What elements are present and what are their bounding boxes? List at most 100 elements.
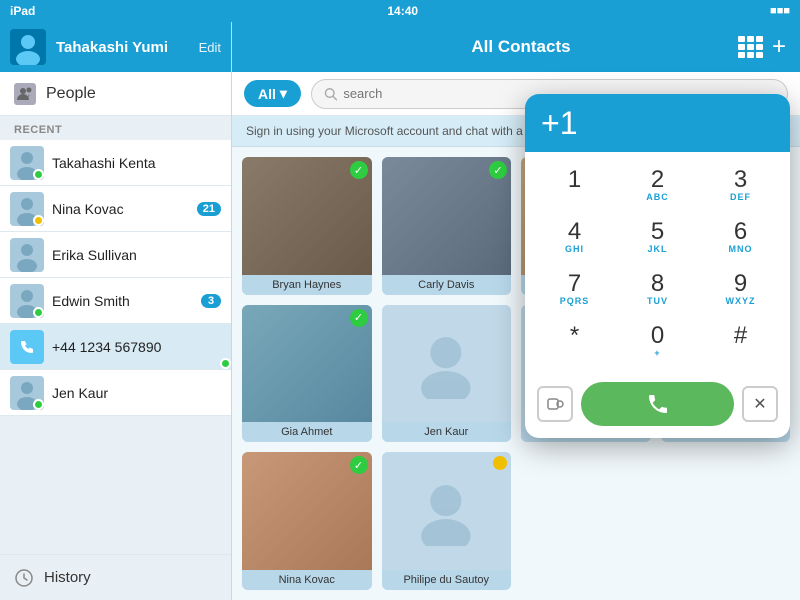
- dial-key[interactable]: 4 GHI: [533, 212, 616, 264]
- dial-letters: DEF: [730, 192, 751, 204]
- contact-name: Takahashi Kenta: [52, 155, 221, 171]
- status-dot: [33, 307, 44, 318]
- edit-button[interactable]: Edit: [199, 40, 221, 55]
- unread-badge: 3: [201, 294, 221, 308]
- contact-card[interactable]: Bryan Haynes ✓: [242, 157, 372, 295]
- dial-key[interactable]: 7 PQRS: [533, 264, 616, 316]
- dial-digit: 3: [734, 168, 747, 192]
- contact-avatar: [10, 146, 44, 180]
- contact-card[interactable]: Philipe du Sautoy: [382, 452, 512, 590]
- history-tab[interactable]: History: [0, 554, 231, 600]
- checkmark-badge: ✓: [350, 161, 368, 179]
- dial-digit: 1: [568, 168, 581, 192]
- dial-digit: 2: [651, 168, 664, 192]
- search-icon: [324, 87, 337, 101]
- contact-avatar: [10, 284, 44, 318]
- status-bar: iPad 14:40 ■■■: [0, 0, 800, 22]
- contact-name: Jen Kaur: [52, 385, 221, 401]
- dial-key[interactable]: *: [533, 316, 616, 368]
- dial-key[interactable]: #: [699, 316, 782, 368]
- contact-card-name: Philipe du Sautoy: [382, 570, 512, 590]
- speaker-button[interactable]: [537, 386, 573, 422]
- dial-key[interactable]: 5 JKL: [616, 212, 699, 264]
- checkmark-badge: ✓: [350, 456, 368, 474]
- contact-card-name: Jen Kaur: [382, 422, 512, 442]
- call-button[interactable]: [581, 382, 734, 426]
- chevron-down-icon: ▾: [280, 85, 287, 102]
- contact-card-photo: [382, 452, 512, 570]
- people-label: People: [46, 85, 96, 103]
- sidebar-contact-item[interactable]: Nina Kovac 21: [0, 186, 231, 232]
- contact-card-name: Gia Ahmet: [242, 422, 372, 442]
- status-time: 14:40: [387, 4, 418, 18]
- contact-card[interactable]: Gia Ahmet ✓: [242, 305, 372, 443]
- contact-card[interactable]: Carly Davis ✓: [382, 157, 512, 295]
- dial-digit: *: [570, 324, 579, 348]
- contact-card[interactable]: Nina Kovac ✓: [242, 452, 372, 590]
- dial-digit: 7: [568, 272, 581, 296]
- contact-avatar: [10, 238, 44, 272]
- dial-digit: 9: [734, 272, 747, 296]
- recent-label: RECENT: [0, 116, 231, 140]
- add-contact-button[interactable]: +: [772, 35, 786, 59]
- dialpad-display: +1: [541, 105, 774, 142]
- status-dot: [33, 215, 44, 226]
- dial-letters: TUV: [647, 296, 668, 308]
- contact-avatar: [10, 192, 44, 226]
- dial-digit: 5: [651, 220, 664, 244]
- dialpad-header: +1: [525, 94, 790, 152]
- top-bar: All Contacts +: [232, 22, 800, 72]
- dial-letters: ABC: [646, 192, 669, 204]
- status-battery: ■■■: [770, 5, 790, 17]
- dial-digit: 8: [651, 272, 664, 296]
- dial-key[interactable]: 2 ABC: [616, 160, 699, 212]
- dial-key[interactable]: 3 DEF: [699, 160, 782, 212]
- contact-card-name: Nina Kovac: [242, 570, 372, 590]
- app-container: Tahakashi Yumi Edit People RECENT: [0, 22, 800, 600]
- dial-key[interactable]: 8 TUV: [616, 264, 699, 316]
- phone-icon: [10, 330, 44, 364]
- username: Tahakashi Yumi: [56, 39, 189, 56]
- dial-digit: #: [734, 324, 747, 348]
- sidebar-header: Tahakashi Yumi Edit: [0, 22, 231, 72]
- dial-digit: 4: [568, 220, 581, 244]
- checkmark-badge: ✓: [489, 161, 507, 179]
- people-icon: [14, 83, 36, 105]
- dial-key[interactable]: 6 MNO: [699, 212, 782, 264]
- sidebar-contact-item[interactable]: Takahashi Kenta: [0, 140, 231, 186]
- dialpad-grid: 1 2 ABC 3 DEF 4 GHI 5 JKL 6 MNO 7 PQRS 8…: [525, 152, 790, 376]
- avatar: [10, 29, 46, 65]
- contact-avatar: [10, 376, 44, 410]
- contact-card-name: Carly Davis: [382, 275, 512, 295]
- status-indicator: [220, 358, 231, 369]
- dialpad-overlay: +1 1 2 ABC 3 DEF 4 GHI 5 JKL 6 MNO 7 PQR…: [525, 94, 790, 438]
- history-icon: [14, 568, 34, 588]
- unread-badge: 21: [197, 202, 221, 216]
- backspace-button[interactable]: ✕: [742, 386, 778, 422]
- contact-list: Takahashi Kenta Nina Kovac 21: [0, 140, 231, 416]
- dial-letters: WXYZ: [726, 296, 756, 308]
- sidebar-contact-item[interactable]: Erika Sullivan: [0, 232, 231, 278]
- dial-digit: 6: [734, 220, 747, 244]
- dialpad-bottom: ✕: [525, 376, 790, 438]
- contact-name: Nina Kovac: [52, 201, 189, 217]
- dial-key[interactable]: 9 WXYZ: [699, 264, 782, 316]
- people-tab[interactable]: People: [0, 72, 231, 116]
- status-dot: [33, 169, 44, 180]
- contact-name: Edwin Smith: [52, 293, 193, 309]
- contact-card[interactable]: Jen Kaur: [382, 305, 512, 443]
- dial-letters: +: [654, 348, 660, 360]
- all-filter-dropdown[interactable]: All ▾: [244, 80, 301, 107]
- sidebar: Tahakashi Yumi Edit People RECENT: [0, 22, 232, 600]
- dial-key[interactable]: 0 +: [616, 316, 699, 368]
- sidebar-contact-item[interactable]: +44 1234 567890: [0, 324, 231, 370]
- sidebar-contact-item[interactable]: Jen Kaur: [0, 370, 231, 416]
- status-left: iPad: [10, 4, 35, 18]
- sidebar-contact-item[interactable]: Edwin Smith 3: [0, 278, 231, 324]
- all-filter-label: All: [258, 86, 276, 102]
- grid-view-button[interactable]: [736, 34, 762, 60]
- contact-card-photo: [382, 305, 512, 423]
- dial-key[interactable]: 1: [533, 160, 616, 212]
- dial-letters: PQRS: [560, 296, 590, 308]
- checkmark-badge: ✓: [350, 309, 368, 327]
